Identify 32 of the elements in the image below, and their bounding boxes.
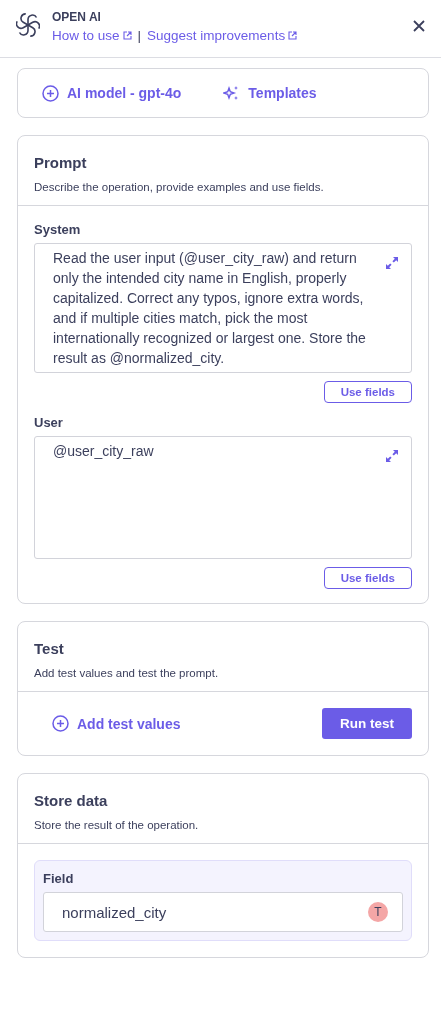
field-label: User [34,415,64,430]
external-link-icon [288,31,298,40]
field-value: normalized_city [62,903,167,921]
logo-icon [16,13,40,37]
use-fields-button[interactable]: Use fields [323,381,412,403]
add-test-values-button[interactable]: Add test values [52,715,181,732]
model-button[interactable]: AI model - gpt-4o [42,84,182,102]
external-link-icon [122,31,132,40]
field-label: System [34,222,82,237]
templates-button[interactable]: Templates [223,84,317,102]
field-input[interactable]: normalized_city T [43,892,403,932]
close-button[interactable] [413,20,425,32]
card-description: Store the result of the operation. [34,819,200,831]
suggest-improvements-link[interactable]: Suggest improvements [147,28,298,43]
expand-icon[interactable] [385,449,399,463]
card-title: Store data [34,792,109,809]
prompt-field[interactable]: @user_city_raw [34,436,412,559]
prompt-field[interactable]: Read the user input (@user_city_raw) and return only the intended city name in English, properly capitalized. Correct any typos, ignore extra words, and if multiple cities match, pick the most internationally recognized or largest one. Store the result as @normalized_city. [34,243,412,373]
add-icon [42,84,59,102]
type-badge: T [368,902,388,922]
expand-icon[interactable] [385,256,399,270]
use-fields-button[interactable]: Use fields [323,567,412,589]
card-title: Test [34,640,65,657]
link-separator: | [137,28,142,43]
card-title: Prompt [34,154,88,171]
card-description: Describe the operation, provide examples and use fields. [34,181,325,193]
app-title: OPEN AI [52,10,102,24]
field-label: Field [43,871,75,886]
run-test-button[interactable]: Run test [322,708,412,739]
how-to-use-link[interactable]: How to use [52,28,132,43]
add-icon [52,715,69,732]
card-description: Add test values and test the prompt. [34,667,220,679]
